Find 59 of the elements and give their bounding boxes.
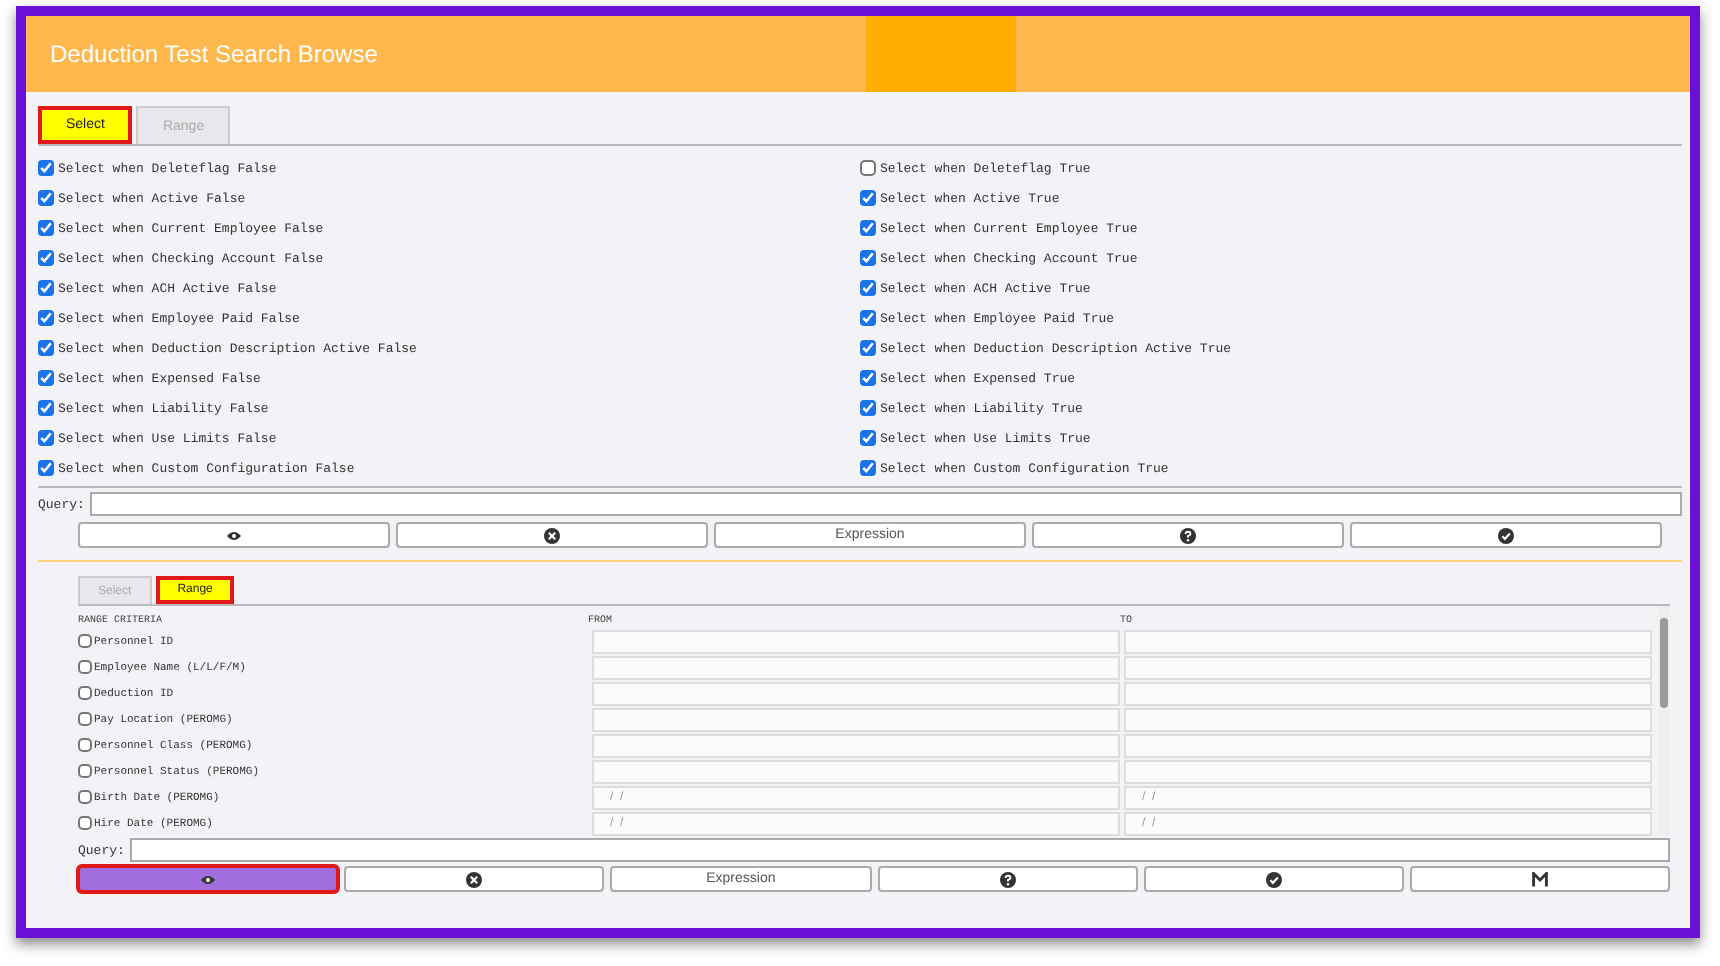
checkbox[interactable] [38,370,54,386]
checkbox[interactable] [38,460,54,476]
to-field[interactable] [1124,655,1652,679]
checkbox[interactable] [78,686,92,700]
checkbox[interactable] [38,310,54,326]
checkbox[interactable] [860,310,876,326]
scrollbar[interactable] [1658,606,1670,836]
clear-button[interactable] [344,866,605,892]
checkbox[interactable] [78,738,92,752]
checkbox[interactable] [860,460,876,476]
checkbox[interactable] [78,764,92,778]
checkbox[interactable] [78,660,92,674]
from-field[interactable] [592,707,1120,731]
checkbox[interactable] [38,430,54,446]
from-field[interactable] [592,681,1120,705]
checkbox[interactable] [860,430,876,446]
eye-icon [226,527,242,543]
checkbox[interactable] [78,790,92,804]
checkbox[interactable] [78,634,92,648]
checkbox[interactable] [38,220,54,236]
to-field[interactable] [1124,707,1652,731]
checkbox[interactable] [860,280,876,296]
checkbox[interactable] [38,250,54,266]
checkbox[interactable] [860,190,876,206]
checkbox[interactable] [860,250,876,266]
eye-icon [200,871,217,887]
help-icon [999,871,1016,887]
checkbox[interactable] [860,220,876,236]
window-title: Deduction Test Search Browse [48,40,378,68]
to-field[interactable] [1124,681,1652,705]
check-icon [1498,527,1514,543]
view-button[interactable] [78,522,390,548]
checkbox[interactable] [78,816,92,830]
checkbox[interactable] [38,160,54,176]
ok-button[interactable] [1350,522,1662,548]
checkbox[interactable] [38,340,54,356]
checkbox[interactable] [38,280,54,296]
checkbox[interactable] [78,712,92,726]
checkbox[interactable] [860,400,876,416]
from-field[interactable] [592,655,1120,679]
checkbox[interactable] [38,190,54,206]
to-field[interactable] [1124,733,1652,757]
checkbox[interactable] [860,340,876,356]
close-icon [544,527,560,543]
to-field[interactable] [1124,629,1652,653]
checkbox[interactable] [860,370,876,386]
help-button[interactable] [877,866,1138,892]
ok-button[interactable] [1143,866,1404,892]
check-icon [1265,871,1282,887]
query-field[interactable] [90,492,1682,516]
close-icon [466,871,483,887]
from-field[interactable] [592,629,1120,653]
checkbox[interactable] [38,400,54,416]
from-field[interactable] [592,759,1120,783]
from-field[interactable] [592,733,1120,757]
query-field[interactable] [130,838,1670,862]
checkbox[interactable] [860,160,876,176]
to-field[interactable] [1124,759,1652,783]
help-icon [1180,527,1196,543]
